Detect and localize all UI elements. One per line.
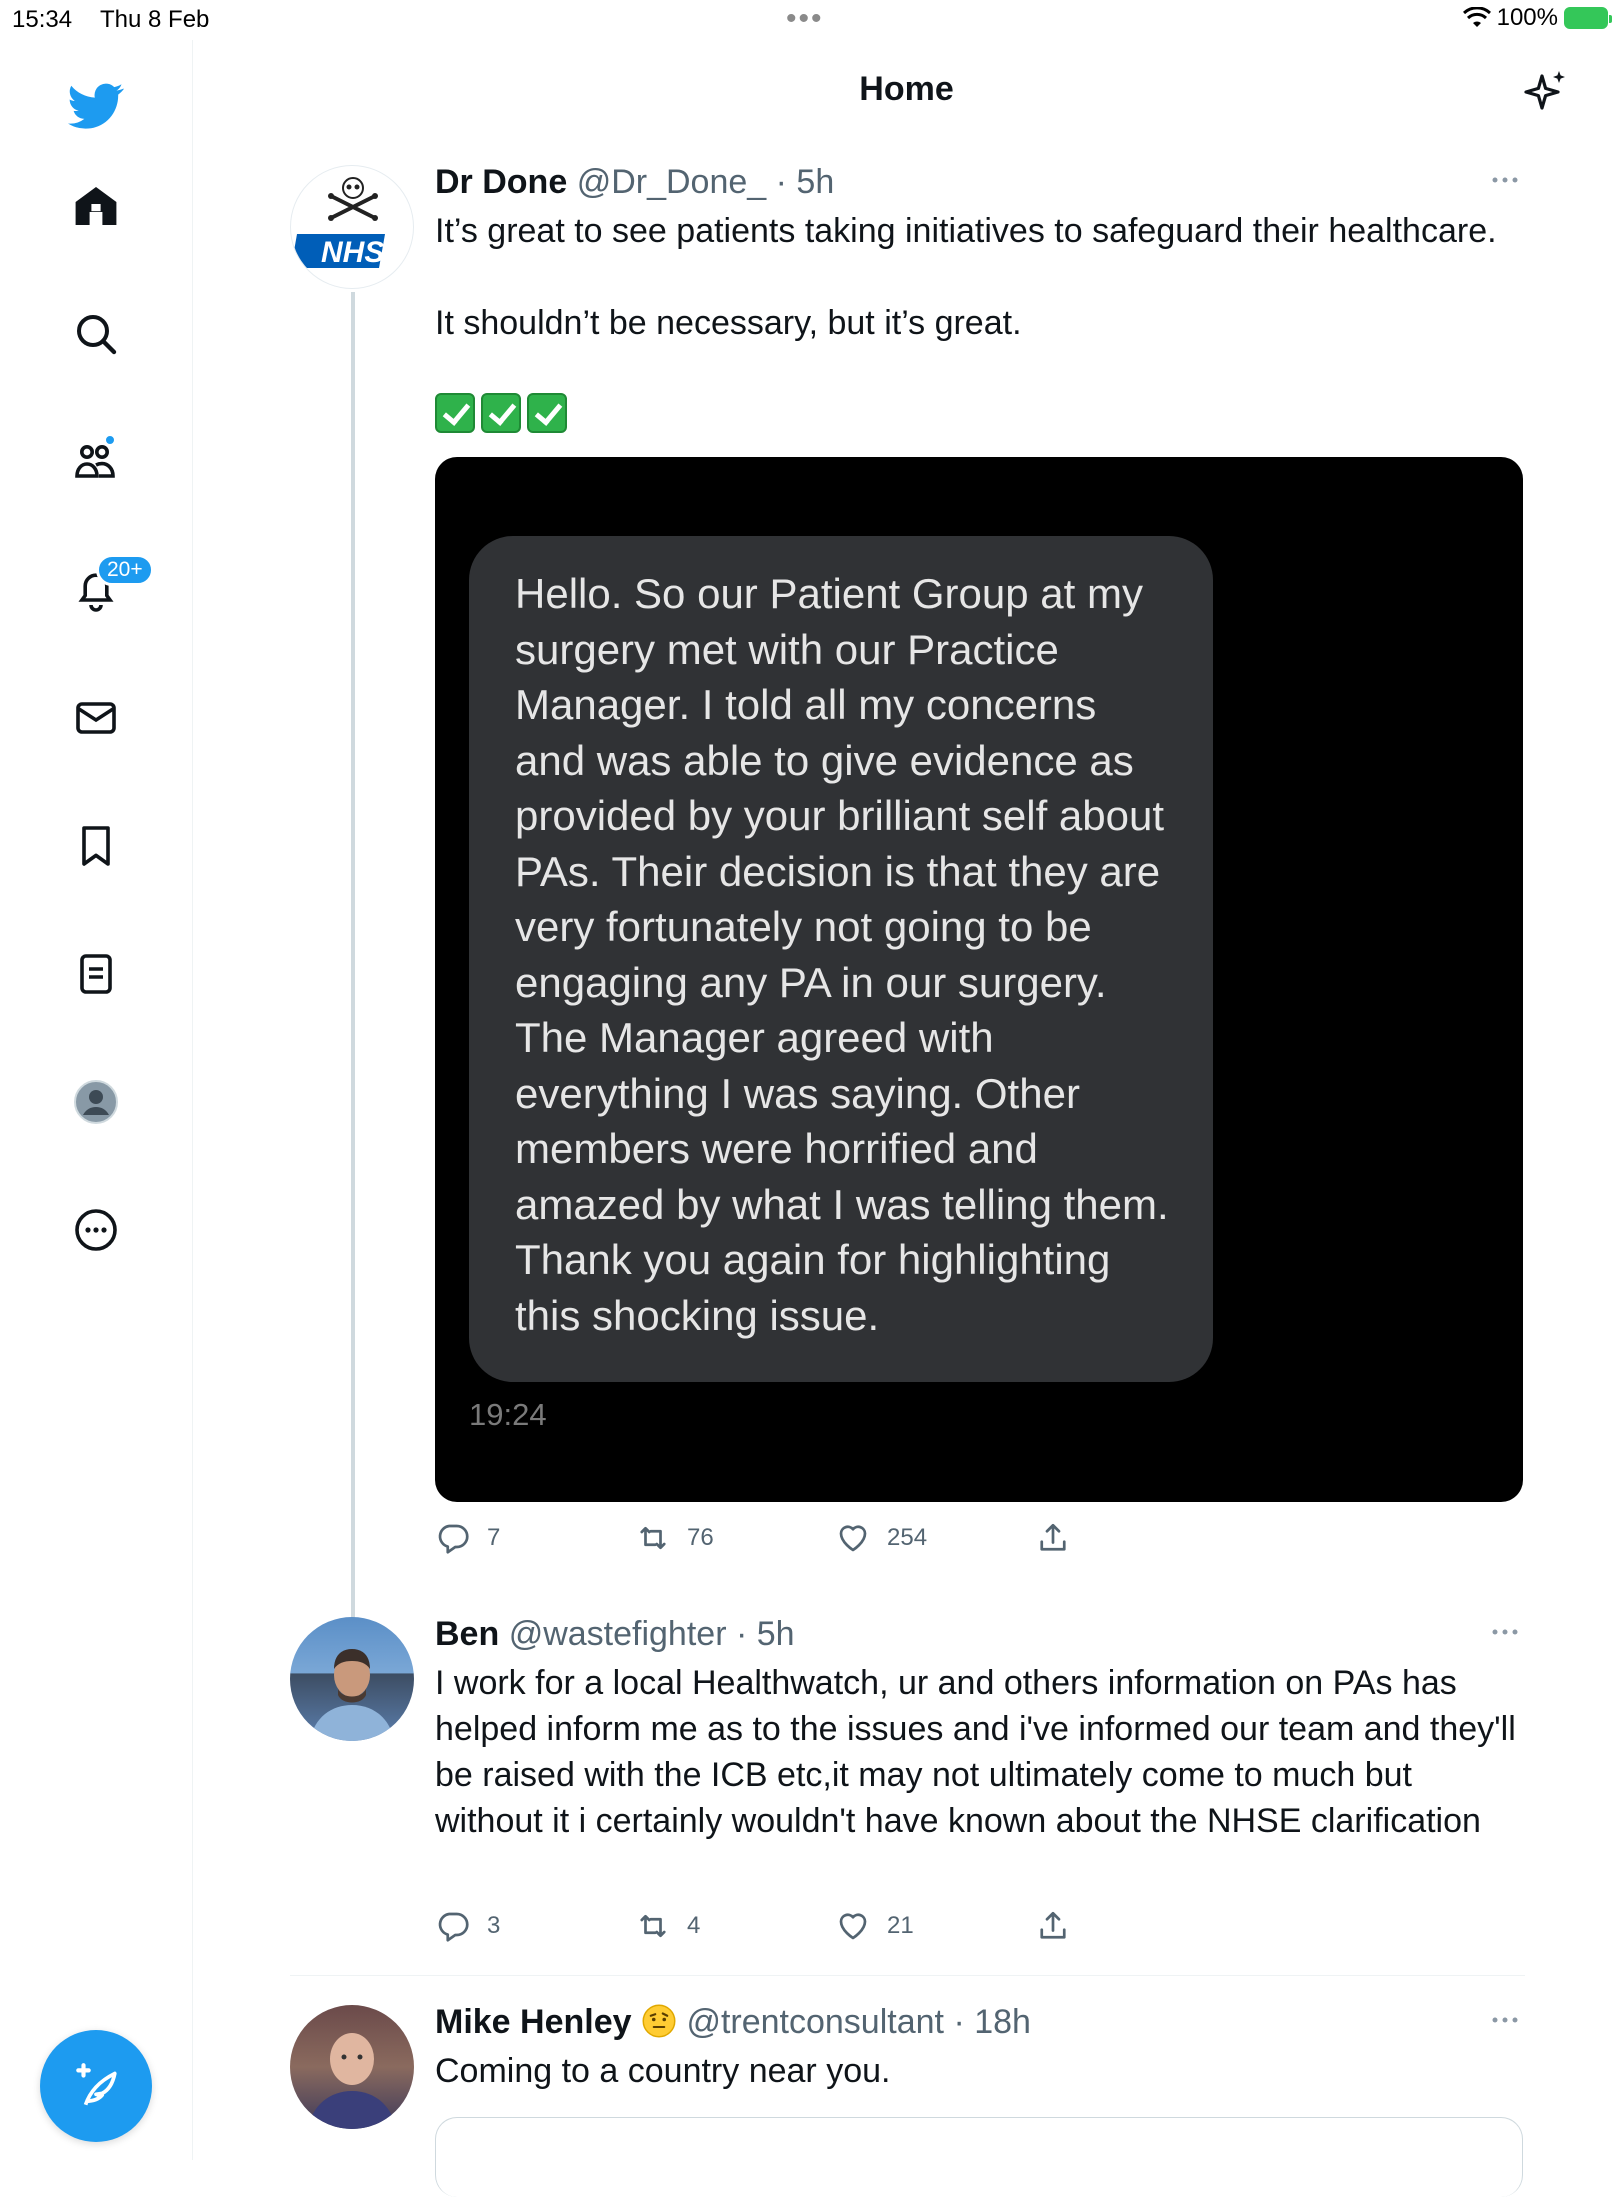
tweet[interactable]: Mike Henley @trentconsultant · 18h Comin…	[290, 2000, 1525, 2197]
person-photo-icon	[310, 1649, 394, 1741]
reply-count: 7	[487, 1524, 501, 1551]
sidebar: 20+	[0, 40, 193, 2160]
twitter-logo-icon[interactable]	[60, 70, 132, 142]
like-count: 21	[887, 1912, 914, 1939]
status-time: 15:34	[12, 6, 73, 33]
avatar[interactable]: NHS	[290, 165, 414, 289]
message-bubble: Hello. So our Patient Group at my surger…	[469, 536, 1213, 1382]
tweet-body: Ben @wastefighter · 5h I work for a loca…	[435, 1612, 1525, 1942]
messages-icon[interactable]	[60, 682, 132, 754]
avatar[interactable]	[290, 2005, 414, 2129]
quoted-tweet-card[interactable]	[435, 2117, 1523, 2197]
reply-button[interactable]: 3	[435, 1908, 500, 1944]
profile-icon[interactable]	[60, 1066, 132, 1138]
retweet-count: 4	[687, 1912, 701, 1939]
header: Home	[193, 40, 1620, 140]
check-emojis	[435, 386, 1525, 436]
share-button[interactable]	[1035, 1908, 1071, 1944]
raised-eyebrow-emoji-icon	[642, 2004, 676, 2038]
like-button[interactable]: 21	[835, 1908, 914, 1944]
notifications-badge: 20+	[96, 554, 154, 586]
more-icon[interactable]	[60, 1194, 132, 1266]
wifi-icon	[1462, 7, 1491, 27]
svg-text:NHS: NHS	[321, 236, 384, 269]
heart-icon	[839, 1913, 867, 1940]
author-handle[interactable]: @trentconsultant	[686, 2003, 944, 2041]
tweet-text-line: It’s great to see patients taking initia…	[435, 212, 1497, 250]
search-icon[interactable]	[60, 298, 132, 370]
retweet-count: 76	[687, 1524, 714, 1551]
like-count: 254	[887, 1524, 928, 1551]
author-name[interactable]: Ben	[435, 1615, 499, 1653]
status-date: Thu 8 Feb	[100, 6, 210, 33]
battery-icon	[1564, 7, 1612, 29]
person-photo-icon	[308, 2033, 396, 2129]
lists-icon[interactable]	[60, 938, 132, 1010]
more-options-icon[interactable]	[1485, 1612, 1525, 1652]
author-handle[interactable]: @Dr_Done_	[577, 163, 767, 201]
tweet-actions: 3 4 21	[435, 1902, 1135, 1950]
author-name[interactable]: Dr Done	[435, 163, 567, 201]
check-mark-icon	[527, 393, 567, 434]
author-name[interactable]: Mike Henley	[435, 2003, 632, 2041]
like-button[interactable]: 254	[835, 1520, 927, 1556]
tweet[interactable]: Ben @wastefighter · 5h I work for a loca…	[290, 1612, 1525, 1972]
reply-count: 3	[487, 1912, 501, 1939]
multitasking-dots-icon[interactable]: •••	[786, 4, 824, 34]
sparkle-icon[interactable]	[1516, 60, 1576, 120]
compose-tweet-button[interactable]	[40, 2030, 152, 2142]
notifications-icon[interactable]: 20+	[60, 554, 154, 626]
tweet-time: · 5h	[735, 1615, 795, 1653]
share-button[interactable]	[1035, 1520, 1071, 1556]
thread-line	[351, 292, 355, 1622]
share-icon	[1040, 1911, 1066, 1939]
more-options-icon[interactable]	[1485, 2000, 1525, 2040]
avatar[interactable]	[290, 1617, 414, 1741]
tweet-text-line: It shouldn’t be necessary, but it’s grea…	[435, 304, 1022, 342]
retweet-icon	[640, 1914, 666, 1938]
home-icon[interactable]	[60, 170, 132, 242]
tweet-body: Mike Henley @trentconsultant · 18h Comin…	[435, 2000, 1525, 2094]
author-handle[interactable]: @wastefighter	[509, 1615, 727, 1653]
tweet-header: Mike Henley @trentconsultant · 18h	[435, 2000, 1525, 2044]
share-icon	[1040, 1523, 1066, 1551]
retweet-button[interactable]: 4	[635, 1908, 700, 1944]
heart-icon	[839, 1525, 867, 1552]
page-title: Home	[859, 70, 954, 108]
check-mark-icon	[481, 393, 521, 434]
skull-nhs-avatar-icon: NHS	[291, 177, 386, 269]
tweet-header: Dr Done @Dr_Done_ · 5h	[435, 160, 1525, 204]
battery-percent: 100%	[1496, 4, 1558, 31]
tweet-text: I work for a local Healthwatch, ur and o…	[435, 1664, 1516, 1840]
check-mark-icon	[435, 393, 475, 434]
message-time: 19:24	[469, 1397, 547, 1432]
tweet-time: · 18h	[953, 2003, 1031, 2041]
tweet-text: It’s great to see patients taking initia…	[435, 208, 1525, 436]
tweet[interactable]: NHS Dr Done @Dr_Done_ · 5h It’s great to…	[290, 160, 1525, 1622]
retweet-button[interactable]: 76	[635, 1520, 714, 1556]
tweet-actions: 7 76 254	[435, 1514, 1135, 1562]
tweet-body: Dr Done @Dr_Done_ · 5h It’s great to see…	[435, 160, 1525, 1554]
status-right: 100%	[1462, 4, 1612, 32]
tweet-media-image[interactable]: Hello. So our Patient Group at my surger…	[435, 457, 1523, 1502]
feather-plus-icon	[76, 2063, 117, 2106]
retweet-icon	[640, 1526, 666, 1550]
tweet-text: Coming to a country near you.	[435, 2052, 891, 2090]
communities-dot-badge	[104, 434, 116, 446]
bookmarks-icon[interactable]	[60, 810, 132, 882]
communities-icon[interactable]	[60, 426, 132, 498]
reply-icon	[438, 1912, 469, 1942]
reply-button[interactable]: 7	[435, 1520, 500, 1556]
more-options-icon[interactable]	[1485, 160, 1525, 200]
tweet-header: Ben @wastefighter · 5h	[435, 1612, 1525, 1656]
tweet-divider	[290, 1975, 1525, 1976]
status-bar: 15:34 Thu 8 Feb ••• 100%	[0, 0, 1620, 40]
tweet-time: · 5h	[775, 163, 835, 201]
reply-icon	[438, 1524, 469, 1554]
